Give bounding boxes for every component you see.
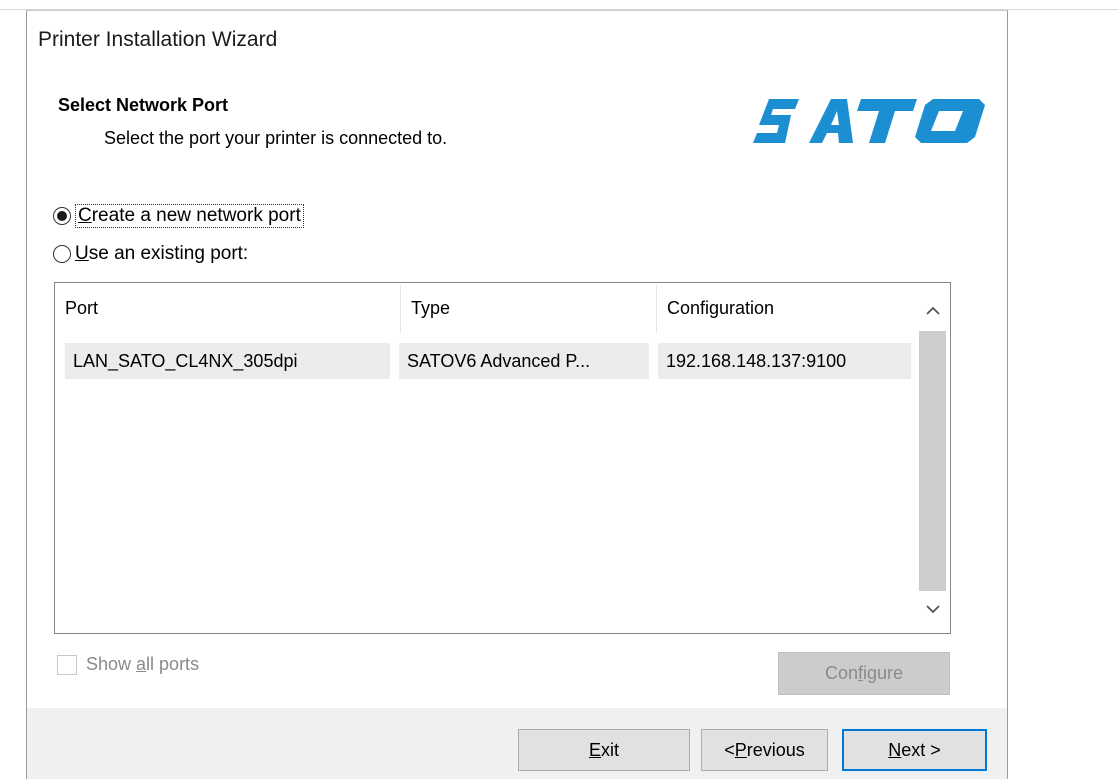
next-button[interactable]: Next > [842, 729, 987, 771]
accel-key: E [588, 739, 601, 760]
label-text: ext > [901, 739, 941, 760]
accel-key: U [75, 243, 89, 264]
create-new-port-label: Create a new network port [75, 204, 304, 228]
radio-selected-dot [57, 211, 67, 221]
label-prefix: < [724, 739, 735, 760]
use-existing-port-label: Use an existing port: [75, 243, 248, 265]
show-all-ports-label: Show all ports [86, 654, 199, 675]
accel-key: N [888, 739, 902, 760]
label-text: xit [601, 739, 619, 760]
sato-logo [753, 99, 985, 143]
column-header-port[interactable]: Port [55, 283, 400, 333]
radio-use-existing[interactable] [53, 245, 71, 263]
configure-button[interactable]: Con f igure [778, 652, 950, 695]
accel-key: a [136, 654, 147, 674]
port-list[interactable]: Port Type Configuration LAN_SATO_CL4NX_3… [54, 282, 951, 634]
create-new-port-option[interactable]: Create a new network port [53, 204, 304, 228]
show-all-ports-checkbox-row[interactable]: Show all ports [57, 654, 199, 675]
label-text: igure [863, 663, 904, 683]
exit-button[interactable]: Exit [518, 729, 690, 771]
label-prefix: Show [86, 654, 137, 674]
label-text: ll ports [146, 654, 200, 674]
accel-key: P [734, 739, 747, 760]
label-text: se an existing port: [88, 243, 249, 264]
scroll-up-arrow-icon[interactable] [915, 295, 950, 327]
column-header-type[interactable]: Type [401, 283, 656, 333]
label-text: reate a new network port [91, 205, 301, 226]
table-row[interactable]: LAN_SATO_CL4NX_305dpi SATOV6 Advanced P.… [65, 343, 911, 379]
cell-configuration: 192.168.148.137:9100 [658, 343, 911, 379]
previous-button[interactable]: < Previous [701, 729, 828, 771]
accel-key: C [78, 205, 92, 226]
vertical-scrollbar[interactable] [915, 283, 950, 633]
page-title: Select Network Port [58, 95, 229, 115]
wizard-window: Printer Installation Wizard Select Netwo… [26, 10, 1008, 779]
label-text: revious [746, 739, 805, 760]
radio-create-new[interactable] [53, 207, 71, 225]
page-subtitle: Select the port your printer is connecte… [104, 128, 448, 148]
cell-type: SATOV6 Advanced P... [399, 343, 649, 379]
scrollbar-thumb[interactable] [919, 331, 946, 591]
label-prefix: Con [824, 663, 858, 683]
scroll-down-arrow-icon[interactable] [915, 593, 950, 625]
show-all-ports-checkbox[interactable] [57, 654, 77, 675]
column-header-configuration[interactable]: Configuration [657, 283, 912, 333]
cell-port: LAN_SATO_CL4NX_305dpi [65, 343, 390, 379]
footer-bar: Exit < Previous Next > [27, 708, 1007, 779]
use-existing-port-option[interactable]: Use an existing port: [53, 243, 248, 265]
window-title: Printer Installation Wizard [38, 28, 278, 51]
